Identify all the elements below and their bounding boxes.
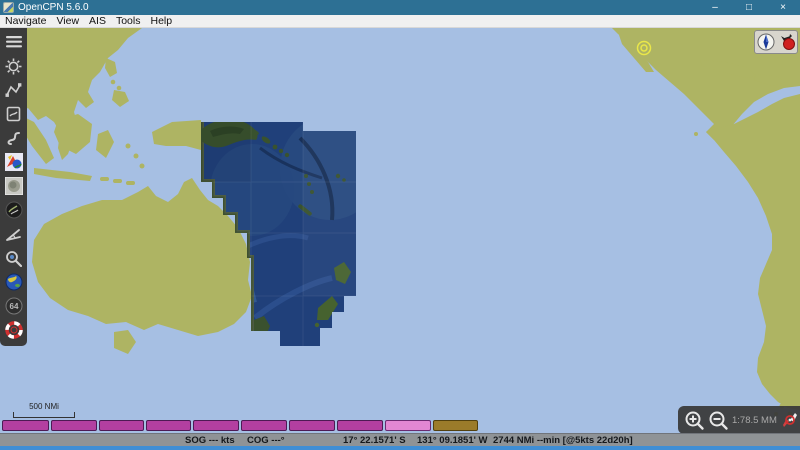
menu-navigate[interactable]: Navigate — [5, 15, 46, 27]
chart-bar-segment-6[interactable] — [241, 420, 287, 431]
life-ring-mob-icon — [5, 321, 23, 339]
sog-readout: SOG --- kts — [185, 435, 235, 446]
app-icon — [3, 2, 14, 13]
zoom-in-button[interactable] — [684, 410, 705, 431]
menu-ais[interactable]: AIS — [89, 15, 106, 27]
cursor-latitude: 17° 22.1571' S — [343, 435, 406, 446]
chart-scale-label: 1:78.5 MM — [732, 415, 777, 426]
toolbar-track-button[interactable] — [3, 127, 25, 149]
toolbar-menu-button[interactable] — [3, 31, 25, 53]
minimize-button[interactable]: – — [698, 0, 732, 15]
magnifier-chart-icon — [5, 250, 22, 267]
chart-bar — [0, 420, 680, 432]
title-bar: OpenCPN 5.6.0 – □ × — [0, 0, 800, 15]
chart-canvas[interactable]: 64 500 NMi — [0, 28, 800, 433]
toolbar-measure-button[interactable] — [3, 223, 25, 245]
zoom-scale-panel: 1:78.5 MM — [678, 406, 800, 434]
toolbar-photo-chart-plugin-button[interactable] — [3, 175, 25, 197]
toolbar-mob-button[interactable] — [3, 319, 25, 341]
chart-bar-segment-4[interactable] — [146, 420, 191, 431]
weatherfax-plugin-icon — [5, 153, 23, 171]
menu-bar: Navigate View AIS Tools Help — [0, 15, 800, 28]
chart-bar-segment-3[interactable] — [99, 420, 144, 431]
chart-bar-segment-7[interactable] — [289, 420, 335, 431]
plugin-64-icon: 64 — [5, 297, 23, 315]
status-bar: SOG --- kts COG ---° 17° 22.1571' S 131°… — [0, 433, 800, 446]
menu-tools[interactable]: Tools — [116, 15, 141, 27]
hamburger-icon — [6, 36, 22, 48]
scale-bar-label: 500 NMi — [13, 402, 75, 411]
main-toolbar: 64 — [0, 28, 27, 346]
menu-view[interactable]: View — [56, 15, 79, 27]
chart-document-icon — [6, 106, 21, 122]
dashboard-plugin-icon — [5, 201, 23, 219]
toolbar-weatherfax-plugin-button[interactable] — [3, 151, 25, 173]
svg-text:64: 64 — [9, 302, 18, 311]
orientation-needle-icon — [780, 410, 800, 430]
route-icon — [5, 82, 22, 98]
zoom-in-icon — [684, 410, 705, 431]
gps-status-icon — [778, 33, 796, 51]
compass-gps-widget[interactable] — [754, 30, 798, 54]
close-button[interactable]: × — [766, 0, 800, 15]
zoom-out-icon — [708, 410, 729, 431]
toolbar-settings-button[interactable] — [3, 55, 25, 77]
world-map-svg — [0, 28, 800, 433]
menu-help[interactable]: Help — [150, 15, 172, 27]
scale-bar-line — [13, 412, 75, 418]
toolbar-route-manager-button[interactable] — [3, 103, 25, 125]
toolbar-dashboard-plugin-button[interactable] — [3, 199, 25, 221]
chart-bar-segment-5[interactable] — [193, 420, 239, 431]
chart-bar-segment-9[interactable] — [385, 420, 431, 431]
scale-bar: 500 NMi — [13, 404, 75, 418]
chart-bar-segment-8[interactable] — [337, 420, 383, 431]
cursor-longitude: 131° 09.1851' W — [417, 435, 488, 446]
window-bottom-border — [0, 446, 800, 450]
maximize-button[interactable]: □ — [732, 0, 766, 15]
toolbar-plugin-64-button[interactable]: 64 — [3, 295, 25, 317]
toolbar-world-map-button[interactable] — [3, 271, 25, 293]
zoom-out-button[interactable] — [708, 410, 729, 431]
chart-bar-segment-1[interactable] — [2, 420, 49, 431]
gear-icon — [5, 58, 22, 75]
compass-rose-icon — [757, 33, 775, 51]
toolbar-create-route-button[interactable] — [3, 79, 25, 101]
orientation-compass-button[interactable] — [780, 410, 800, 430]
toolbar-find-chart-button[interactable] — [3, 247, 25, 269]
chart-bar-segment-2[interactable] — [51, 420, 97, 431]
window-title: OpenCPN 5.6.0 — [18, 2, 89, 13]
photo-chart-plugin-icon — [5, 177, 23, 195]
track-s-curve-icon — [5, 131, 22, 146]
measure-angle-icon — [5, 227, 22, 242]
globe-icon — [5, 273, 23, 291]
chart-bar-segment-10[interactable] — [433, 420, 478, 431]
cog-readout: COG ---° — [247, 435, 285, 446]
route-distance-readout: 2744 NMi --min [@5kts 22d20h] — [493, 435, 633, 446]
opencpn-window: { "window": { "title": "OpenCPN 5.6.0", … — [0, 0, 800, 450]
